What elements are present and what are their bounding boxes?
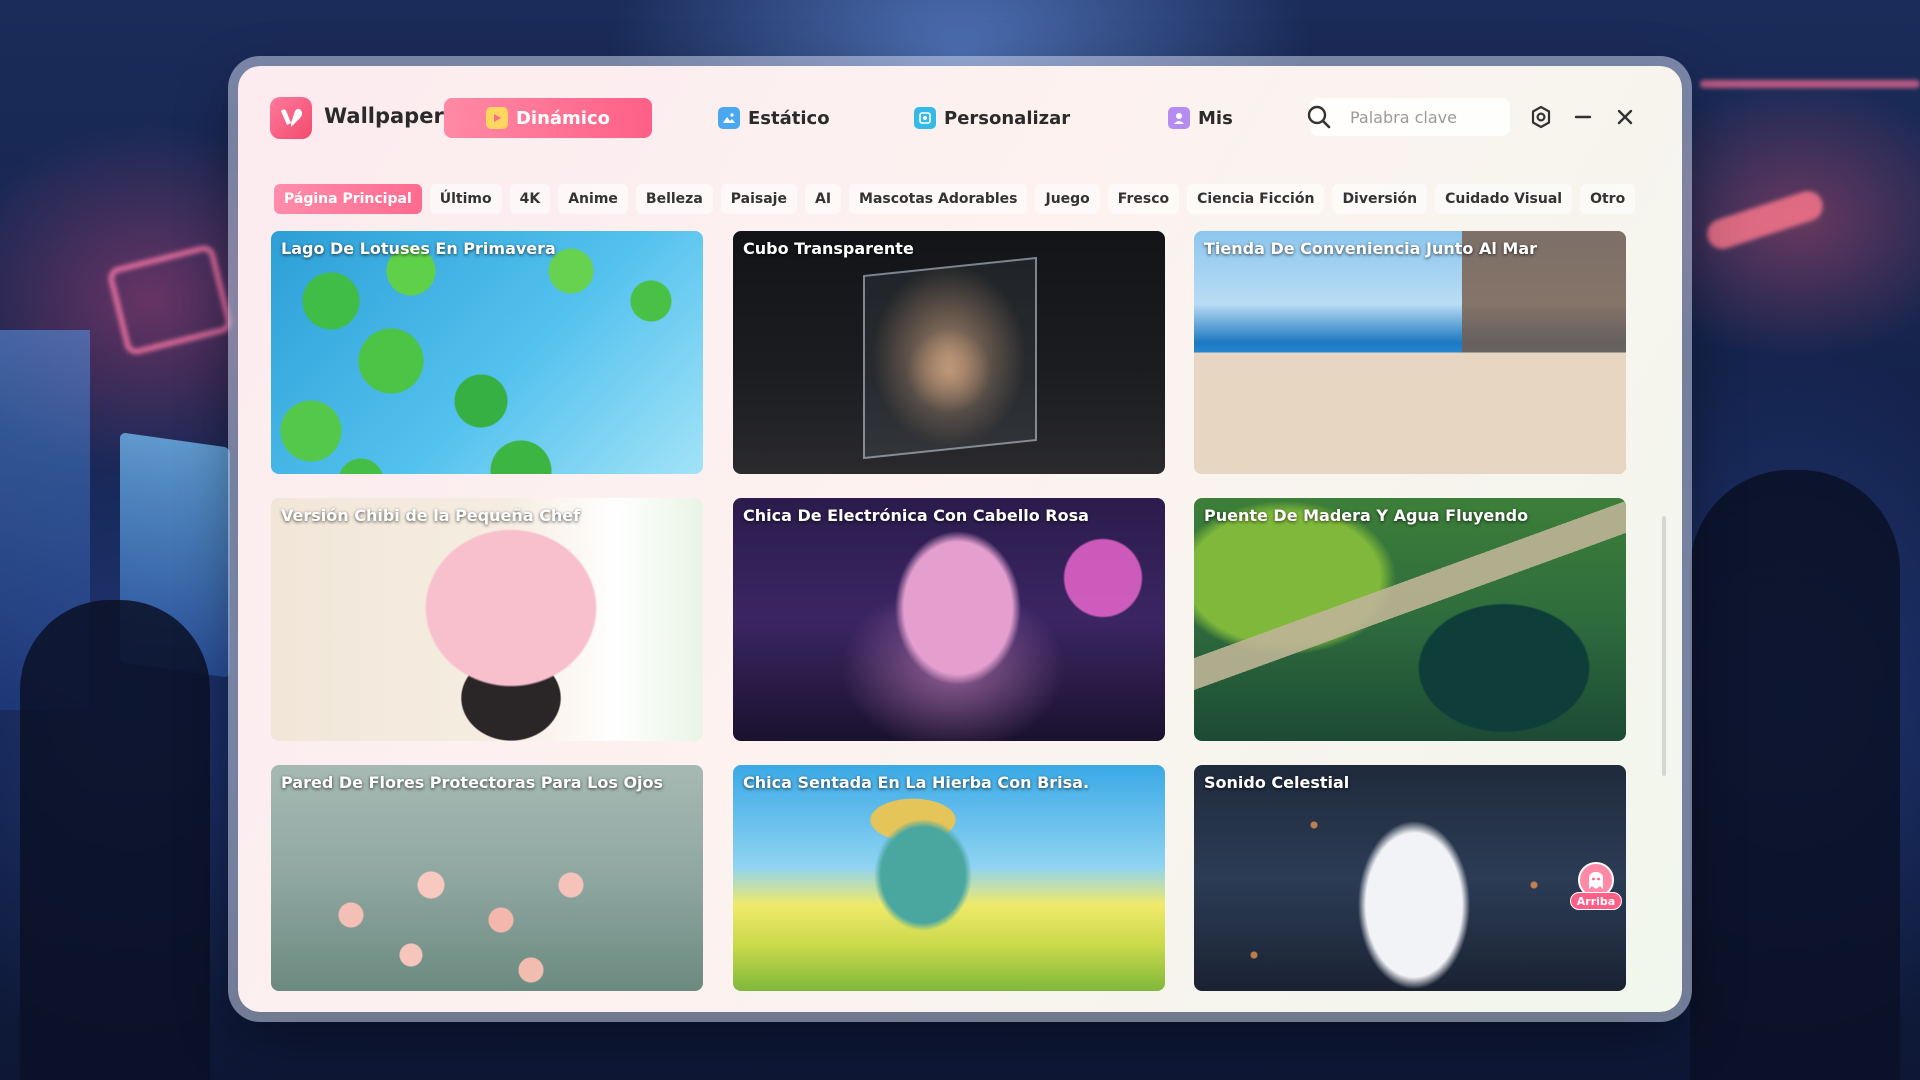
wallpaper-title: Tienda De Conveniencia Junto Al Mar <box>1204 239 1538 258</box>
wallpaper-card[interactable]: Versión Chibi de la Pequeña Chef <box>271 498 703 741</box>
wallpaper-thumbnail <box>1194 765 1626 991</box>
wallpaper-thumbnail <box>271 498 703 741</box>
wallpaper-thumbnail <box>733 231 1165 474</box>
category-ultimo[interactable]: Último <box>429 184 502 214</box>
wallpaper-thumbnail <box>733 765 1165 991</box>
category-mascotas-adorables[interactable]: Mascotas Adorables <box>849 184 1028 214</box>
category-paisaje[interactable]: Paisaje <box>720 184 797 214</box>
heart-logo-icon <box>270 97 312 139</box>
tab-mis-label: Mis <box>1198 107 1233 129</box>
background-silhouette-right <box>1690 470 1900 1080</box>
category-4k[interactable]: 4K <box>509 184 551 214</box>
wallpaper-card[interactable]: Chica Sentada En La Hierba Con Brisa. <box>733 765 1165 991</box>
user-icon <box>1168 107 1190 129</box>
wallpaper-card[interactable]: Tienda De Conveniencia Junto Al Mar <box>1194 231 1626 474</box>
tab-dinamico[interactable]: Dinámico <box>444 98 652 138</box>
wallpaper-title: Pared De Flores Protectoras Para Los Ojo… <box>281 773 664 792</box>
wallpaper-card[interactable]: Chica De Electrónica Con Cabello Rosa <box>733 498 1165 741</box>
wallpaper-card[interactable]: Sonido Celestial Arriba <box>1194 765 1626 991</box>
back-to-top-label: Arriba <box>1570 892 1622 910</box>
wallpaper-card[interactable]: Pared De Flores Protectoras Para Los Ojo… <box>271 765 703 991</box>
background-neon-light <box>1703 187 1827 253</box>
category-anime[interactable]: Anime <box>558 184 628 214</box>
wallpaper-title: Chica De Electrónica Con Cabello Rosa <box>743 506 1089 525</box>
category-cuidado-visual[interactable]: Cuidado Visual <box>1435 184 1573 214</box>
tab-estatico-label: Estático <box>748 107 830 129</box>
search-icon[interactable] <box>1306 104 1332 130</box>
search-input[interactable] <box>1350 101 1500 133</box>
category-bar: Página Principal Último 4K Anime Belleza… <box>274 184 1636 214</box>
category-juego[interactable]: Juego <box>1035 184 1100 214</box>
wallpaper-title: Cubo Transparente <box>743 239 914 258</box>
category-ciencia-ficcion[interactable]: Ciencia Ficción <box>1187 184 1325 214</box>
wallpaper-title: Versión Chibi de la Pequeña Chef <box>281 506 581 525</box>
background-silhouette-left <box>20 600 210 1080</box>
wallpaper-thumbnail <box>271 231 703 474</box>
category-ai[interactable]: AI <box>804 184 842 214</box>
tab-estatico[interactable]: Estático <box>718 98 830 138</box>
wallpaper-card[interactable]: Cubo Transparente <box>733 231 1165 474</box>
close-icon[interactable] <box>1612 104 1638 130</box>
tab-personalizar-label: Personalizar <box>944 107 1071 129</box>
wallpaper-title: Chica Sentada En La Hierba Con Brisa. <box>743 773 1090 792</box>
scrollbar[interactable] <box>1662 516 1666 776</box>
wallpaper-card[interactable]: Puente De Madera Y Agua Fluyendo <box>1194 498 1626 741</box>
settings-icon[interactable] <box>1528 104 1554 130</box>
app-window: Wallpaper X Dinámico Estático Personaliz… <box>238 66 1682 1012</box>
background-neon-sign <box>105 243 235 357</box>
category-otro[interactable]: Otro <box>1580 184 1636 214</box>
play-icon <box>485 107 508 129</box>
category-belleza[interactable]: Belleza <box>635 184 713 214</box>
category-diversion[interactable]: Diversión <box>1332 184 1428 214</box>
wallpaper-thumbnail <box>1194 498 1626 741</box>
category-pagina-principal[interactable]: Página Principal <box>274 184 422 214</box>
tab-personalizar[interactable]: Personalizar <box>914 98 1070 138</box>
customize-icon <box>914 107 936 129</box>
category-fresco[interactable]: Fresco <box>1107 184 1180 214</box>
wallpaper-title: Puente De Madera Y Agua Fluyendo <box>1204 506 1529 525</box>
back-to-top-button[interactable]: Arriba <box>1570 862 1622 914</box>
wallpaper-title: Lago De Lotuses En Primavera <box>281 239 556 258</box>
tab-dinamico-label: Dinámico <box>515 107 611 129</box>
wallpaper-title: Sonido Celestial <box>1204 773 1350 792</box>
tab-mis[interactable]: Mis <box>1168 98 1233 138</box>
wallpaper-card[interactable]: Lago De Lotuses En Primavera <box>271 231 703 474</box>
wallpaper-thumbnail <box>733 498 1165 741</box>
background-neon-strip <box>1700 80 1920 88</box>
wallpaper-thumbnail <box>271 765 703 991</box>
minimize-icon[interactable] <box>1570 104 1596 130</box>
title-bar: Wallpaper X Dinámico Estático Personaliz… <box>238 66 1682 166</box>
image-icon <box>718 107 740 129</box>
wallpaper-thumbnail <box>1194 231 1626 474</box>
